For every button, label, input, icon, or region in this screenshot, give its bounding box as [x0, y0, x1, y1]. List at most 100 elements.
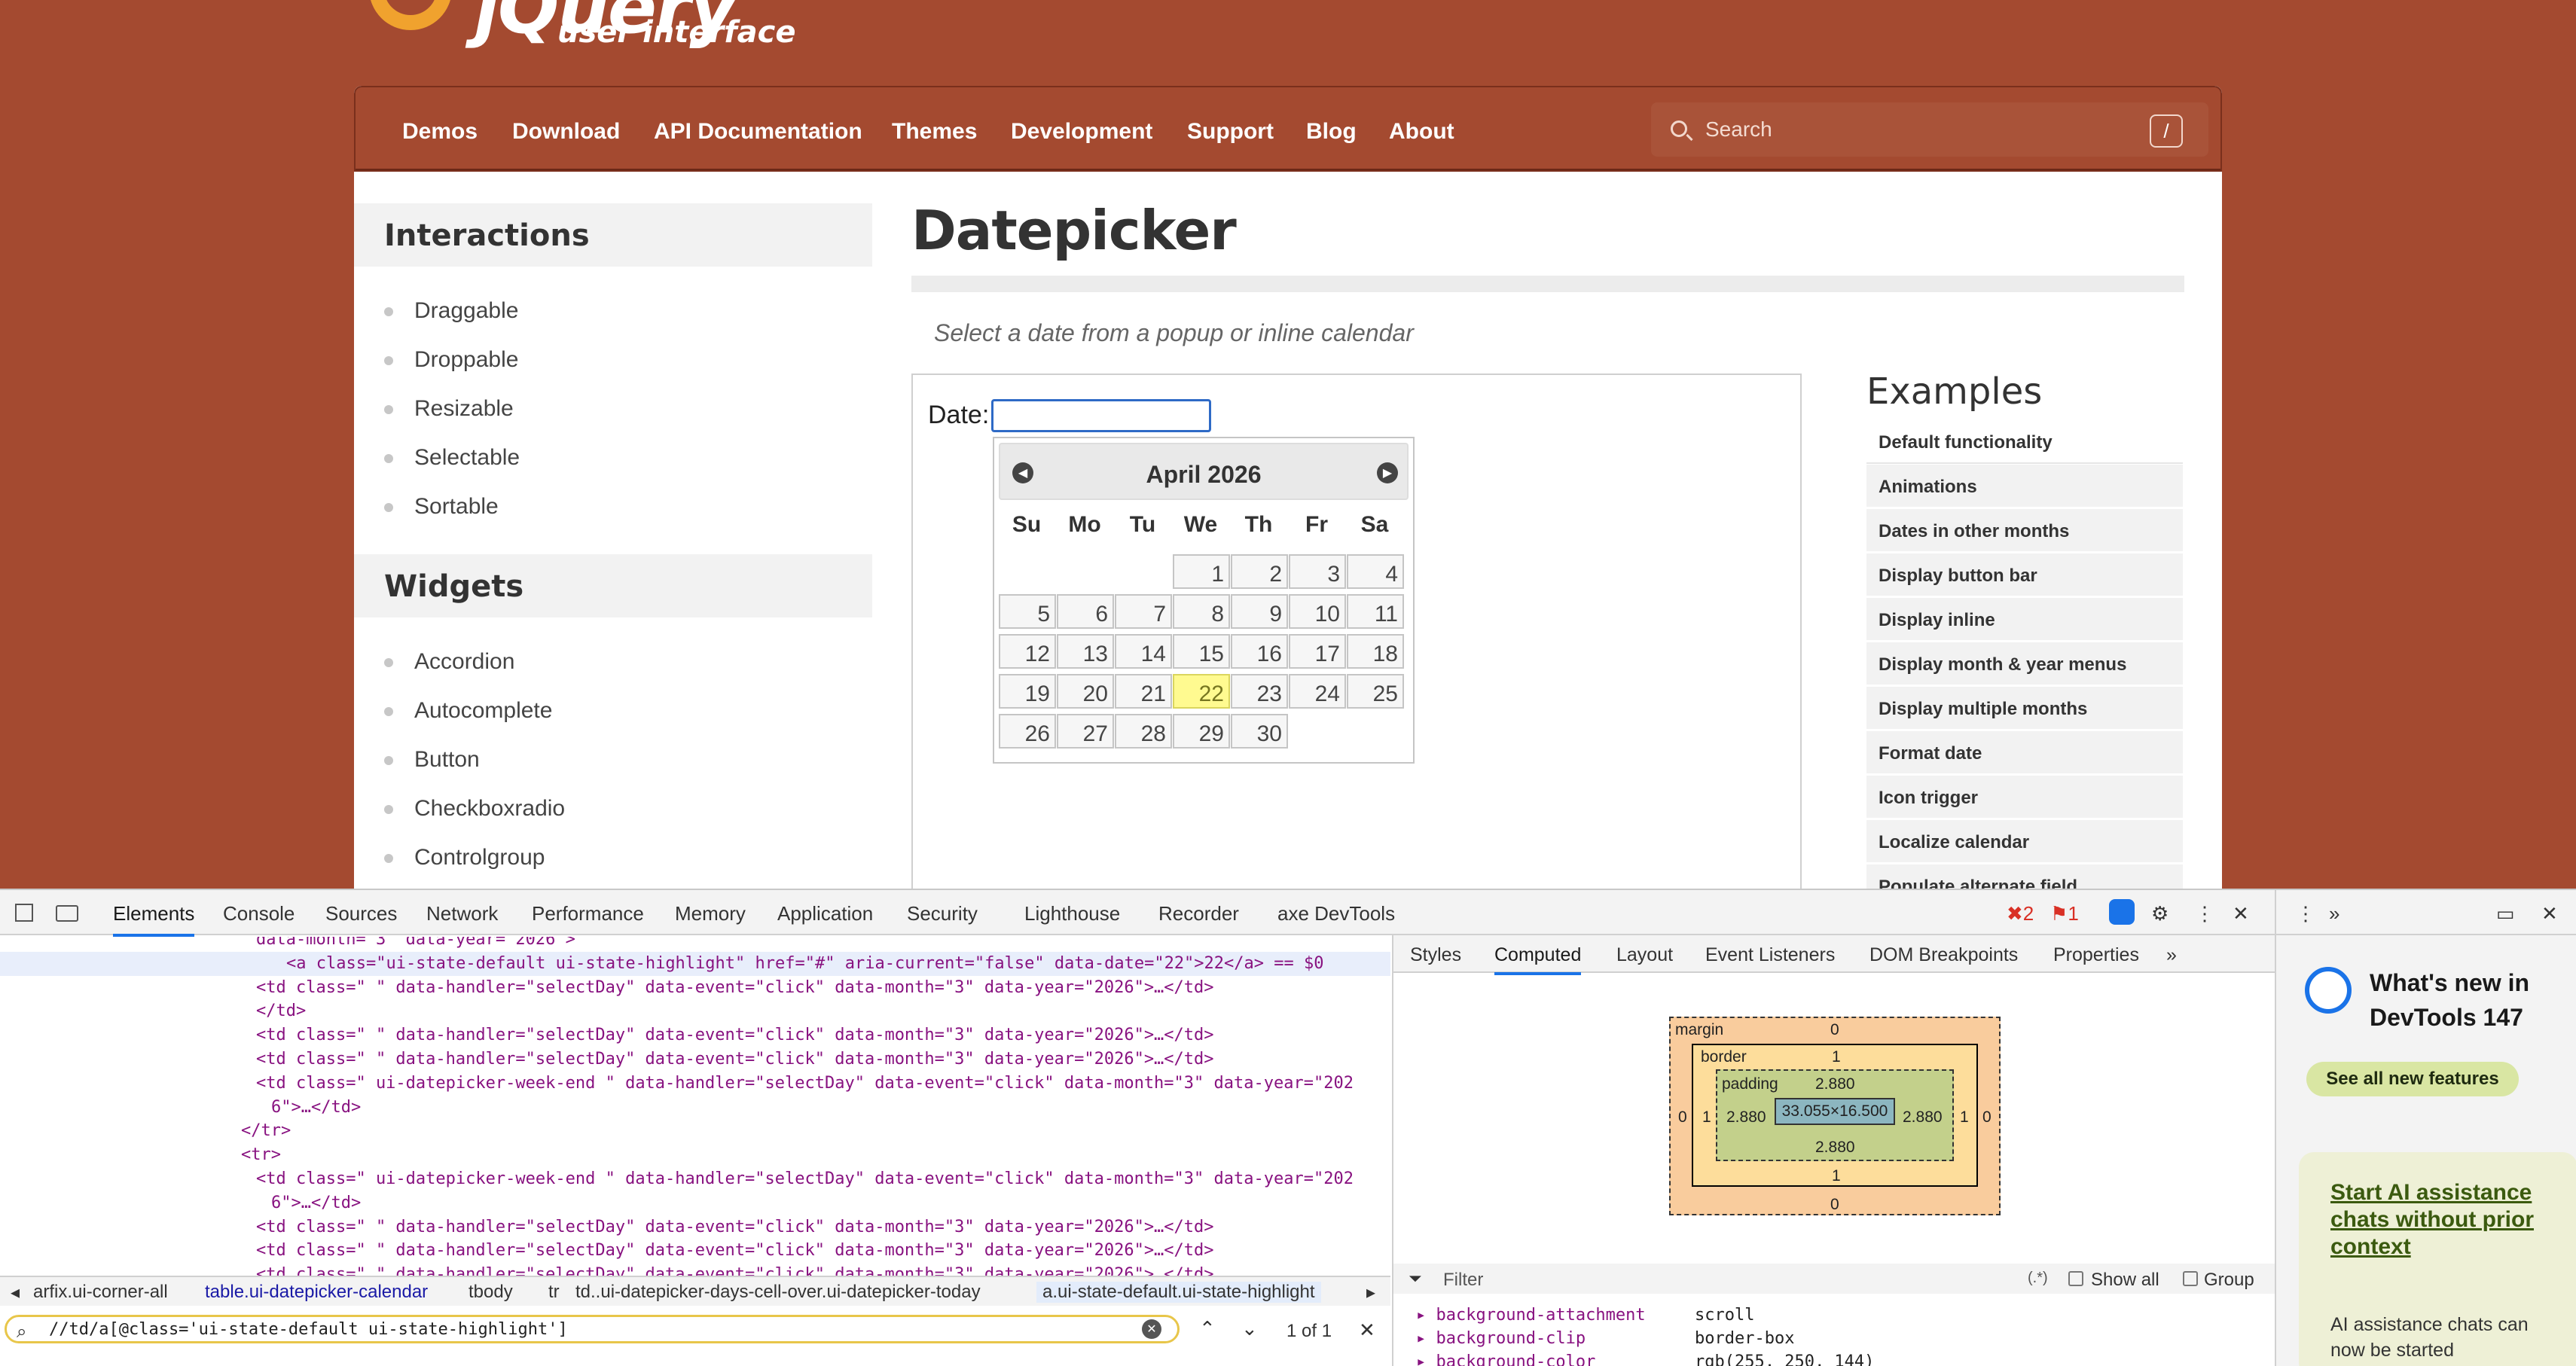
computed-property-name[interactable]: ▸ background-clip	[1416, 1329, 1586, 1348]
tab-sources[interactable]: Sources	[325, 902, 397, 925]
calendar-day[interactable]: 5	[999, 594, 1056, 629]
example-link[interactable]: Default functionality	[1866, 420, 2183, 464]
calendar-day[interactable]: 21	[1115, 674, 1172, 709]
calendar-day[interactable]: 19	[999, 674, 1056, 709]
sidebar-item-controlgroup[interactable]: Controlgroup	[384, 845, 545, 871]
sidebar-item-accordion[interactable]: Accordion	[384, 649, 514, 675]
sidebar-item-selectable[interactable]: Selectable	[384, 445, 520, 471]
subtabs-overflow-icon[interactable]: »	[2166, 944, 2177, 966]
example-link[interactable]: Display month & year menus	[1866, 642, 2183, 686]
calendar-day[interactable]: 4	[1347, 554, 1404, 589]
calendar-day[interactable]: 11	[1347, 594, 1404, 629]
dock-side-icon[interactable]: ▭	[2496, 902, 2515, 925]
subtab-dom-breakpoints[interactable]: DOM Breakpoints	[1869, 944, 2018, 966]
calendar-day[interactable]: 8	[1173, 594, 1230, 629]
dom-node[interactable]: 6">…</td>	[0, 1191, 1390, 1215]
dom-node[interactable]: <td class=" " data-handler="selectDay" d…	[0, 1239, 1390, 1263]
sidebar-item-button[interactable]: Button	[384, 747, 480, 773]
breadcrumb-scroll-right-icon[interactable]: ▸	[1366, 1282, 1375, 1303]
calendar-day[interactable]: 23	[1231, 674, 1288, 709]
nav-download[interactable]: Download	[512, 119, 620, 145]
next-month-icon[interactable]: ▶	[1377, 462, 1398, 483]
calendar-day[interactable]: 16	[1231, 634, 1288, 669]
dom-node[interactable]: <tr>	[0, 1143, 1390, 1167]
ai-assistance-icon[interactable]	[2109, 899, 2135, 925]
find-prev-icon[interactable]: ⌃	[1199, 1318, 1216, 1340]
calendar-day[interactable]: 14	[1115, 634, 1172, 669]
dom-node[interactable]: 6">…</td>	[0, 1096, 1390, 1120]
sidebar-item-droppable[interactable]: Droppable	[384, 347, 518, 373]
sidebar-item-draggable[interactable]: Draggable	[384, 298, 518, 324]
clear-search-icon[interactable]: ✕	[1142, 1319, 1161, 1339]
find-close-icon[interactable]: ✕	[1359, 1319, 1375, 1342]
dom-node[interactable]: </td>	[0, 999, 1390, 1023]
xpath-search-input[interactable]: //td/a[@class='ui-state-default ui-state…	[5, 1315, 1180, 1343]
tab-recorder[interactable]: Recorder	[1158, 902, 1239, 925]
breadcrumb-item-selected[interactable]: a.ui-state-default.ui-state-highlight	[1036, 1282, 1321, 1303]
calendar-day[interactable]: 7	[1115, 594, 1172, 629]
tab-console[interactable]: Console	[223, 902, 295, 925]
subtab-computed[interactable]: Computed	[1494, 944, 1582, 975]
nav-api-documentation[interactable]: API Documentation	[654, 119, 862, 145]
calendar-day[interactable]: 15	[1173, 634, 1230, 669]
error-count-icon[interactable]: ✖2	[2007, 902, 2034, 925]
drawer-more-icon[interactable]: ⋮	[2296, 902, 2315, 925]
calendar-day[interactable]: 18	[1347, 634, 1404, 669]
tab-elements[interactable]: Elements	[113, 902, 195, 937]
nav-development[interactable]: Development	[1011, 119, 1152, 145]
more-options-icon[interactable]: ⋮	[2195, 902, 2214, 925]
drawer-chevron-icon[interactable]: »	[2329, 902, 2339, 925]
nav-about[interactable]: About	[1389, 119, 1454, 145]
calendar-day[interactable]: 29	[1173, 714, 1230, 749]
computed-property-name[interactable]: ▸ background-color	[1416, 1352, 1595, 1366]
dom-node[interactable]: </tr>	[0, 1119, 1390, 1143]
search-input[interactable]: Search /	[1651, 102, 2208, 157]
tab-application[interactable]: Application	[777, 902, 873, 925]
subtab-event-listeners[interactable]: Event Listeners	[1705, 944, 1835, 966]
calendar-day[interactable]: 2	[1231, 554, 1288, 589]
feature-link[interactable]: Start AI assistance chats without prior …	[2330, 1179, 2564, 1261]
warning-count-icon[interactable]: ⚑1	[2050, 902, 2079, 925]
tab-security[interactable]: Security	[907, 902, 978, 925]
inspect-element-icon[interactable]	[15, 904, 33, 922]
calendar-day[interactable]: 24	[1289, 674, 1346, 709]
calendar-day[interactable]: 12	[999, 634, 1056, 669]
dom-node[interactable]: <td class=" " data-handler="selectDay" d…	[0, 1215, 1390, 1239]
calendar-day[interactable]: 6	[1057, 594, 1114, 629]
device-toolbar-icon[interactable]	[56, 905, 78, 922]
breadcrumb-item[interactable]: td..ui-datepicker-days-cell-over.ui-date…	[575, 1282, 981, 1303]
calendar-day[interactable]: 3	[1289, 554, 1346, 589]
example-link[interactable]: Display multiple months	[1866, 687, 2183, 730]
dom-node-selected[interactable]: <a class="ui-state-default ui-state-high…	[0, 951, 1390, 976]
breadcrumb-scroll-left-icon[interactable]: ◂	[11, 1282, 20, 1303]
calendar-day[interactable]: 26	[999, 714, 1056, 749]
nav-blog[interactable]: Blog	[1306, 119, 1357, 145]
example-link[interactable]: Dates in other months	[1866, 509, 2183, 553]
sidebar-item-sortable[interactable]: Sortable	[384, 494, 499, 520]
dom-node[interactable]: <td class=" " data-handler="selectDay" d…	[0, 1023, 1390, 1047]
dom-node[interactable]: data-month="3" data-year="2026">	[0, 937, 1390, 952]
calendar-day-today[interactable]: 22	[1173, 674, 1230, 709]
dom-node[interactable]: <td class=" " data-handler="selectDay" d…	[0, 1263, 1390, 1276]
calendar-day[interactable]: 30	[1231, 714, 1288, 749]
breadcrumb-item[interactable]: tbody	[469, 1282, 513, 1303]
calendar-day[interactable]: 9	[1231, 594, 1288, 629]
close-devtools-icon[interactable]: ✕	[2233, 902, 2249, 925]
sidebar-item-autocomplete[interactable]: Autocomplete	[384, 698, 552, 724]
tab-memory[interactable]: Memory	[675, 902, 746, 925]
breadcrumb-item[interactable]: tr	[548, 1282, 560, 1303]
breadcrumb-item[interactable]: table.ui-datepicker-calendar	[205, 1282, 428, 1303]
sidebar-item-resizable[interactable]: Resizable	[384, 396, 514, 422]
find-next-icon[interactable]: ⌄	[1241, 1318, 1258, 1340]
calendar-day[interactable]: 20	[1057, 674, 1114, 709]
calendar-day[interactable]: 10	[1289, 594, 1346, 629]
subtab-styles[interactable]: Styles	[1410, 944, 1461, 966]
calendar-day[interactable]: 27	[1057, 714, 1114, 749]
example-link[interactable]: Localize calendar	[1866, 820, 2183, 864]
example-link[interactable]: Populate alternate field	[1866, 864, 2183, 892]
example-link[interactable]: Display button bar	[1866, 553, 2183, 597]
dom-node[interactable]: <td class=" ui-datepicker-week-end " dat…	[0, 1072, 1390, 1096]
sidebar-item-checkboxradio[interactable]: Checkboxradio	[384, 796, 565, 822]
see-all-features-button[interactable]: See all new features	[2306, 1062, 2519, 1096]
example-link[interactable]: Display inline	[1866, 598, 2183, 642]
